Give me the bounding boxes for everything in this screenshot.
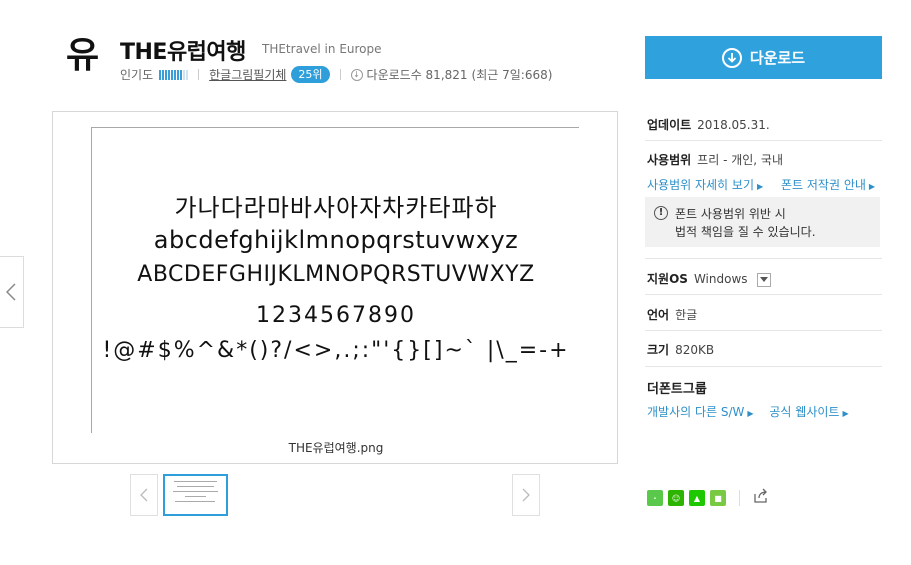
license-detail-link[interactable]: 사용범위 자세히 보기 ▶ bbox=[647, 178, 763, 192]
triangle-right-icon: ▶ bbox=[757, 182, 764, 191]
os-dropdown[interactable] bbox=[757, 272, 772, 287]
prev-page-tab[interactable] bbox=[0, 256, 24, 328]
license-row: 사용범위 프리 - 개인, 국내 bbox=[647, 151, 887, 168]
size-value: 820KB bbox=[675, 343, 715, 357]
share-row: · ☺ ▲ ■ bbox=[647, 488, 769, 508]
thumb-next-button[interactable] bbox=[512, 474, 540, 516]
font-subtitle: THEtravel in Europe bbox=[262, 42, 382, 56]
developer-other-sw-link[interactable]: 개발사의 다른 S/W ▶ bbox=[647, 405, 754, 419]
download-button-label: 다운로드 bbox=[749, 49, 806, 67]
alert-icon: ! bbox=[654, 206, 668, 220]
size-row: 크기 820KB bbox=[647, 341, 887, 358]
notice-line-1: 폰트 사용범위 위반 시 bbox=[675, 207, 786, 221]
license-notice: ! 폰트 사용범위 위반 시 법적 책임을 질 수 있습니다. bbox=[645, 197, 880, 247]
line-share-icon[interactable]: ☺ bbox=[668, 490, 684, 506]
popularity-bar bbox=[159, 69, 189, 80]
copyright-link[interactable]: 폰트 저작권 안내 ▶ bbox=[781, 178, 875, 192]
notice-line-2: 법적 책임을 질 수 있습니다. bbox=[675, 225, 816, 239]
specimen-symbols: !@#$%^&*()?/<>,.;:"'{}[]~` |\_=-+ bbox=[102, 338, 570, 363]
share-icon[interactable] bbox=[753, 488, 769, 508]
chevron-left-icon bbox=[140, 488, 148, 502]
chevron-left-icon bbox=[6, 283, 16, 301]
language-value: 한글 bbox=[675, 308, 698, 322]
font-title: THE유럽여행 bbox=[120, 40, 246, 65]
language-row: 언어 한글 bbox=[647, 306, 887, 323]
popularity-label: 인기도 bbox=[120, 68, 154, 82]
license-links: 사용범위 자세히 보기 ▶ 폰트 저작권 안내 ▶ bbox=[647, 176, 887, 193]
download-recent: (최근 7일:668) bbox=[471, 68, 553, 82]
triangle-right-icon: ▶ bbox=[747, 409, 754, 418]
caret-down-icon bbox=[760, 277, 769, 282]
size-key: 크기 bbox=[647, 343, 670, 357]
license-value: 프리 - 개인, 국내 bbox=[697, 153, 784, 167]
font-meta: 인기도 한글그림필기체 25위 ↓ 다운로드수 81,821 (최근 7일:66… bbox=[120, 66, 552, 83]
os-key: 지원OS bbox=[647, 272, 688, 286]
rank-badge: 25위 bbox=[291, 66, 330, 83]
specimen-digits: 1234567890 bbox=[256, 303, 416, 328]
maker-link[interactable]: 한글그림필기체 bbox=[209, 66, 286, 83]
os-value: Windows bbox=[693, 272, 748, 286]
triangle-right-icon: ▶ bbox=[868, 182, 876, 191]
specimen-lowercase: abcdefghijklmnopqrstuvwxyz bbox=[153, 226, 519, 254]
update-key: 업데이트 bbox=[647, 118, 692, 132]
group-links: 개발사의 다른 S/W ▶ 공식 웹사이트 ▶ bbox=[647, 403, 887, 420]
font-preview: 가나다라마바사아자차카타파하 abcdefghijklmnopqrstuvwxy… bbox=[52, 111, 618, 464]
chevron-right-icon bbox=[522, 488, 530, 502]
update-row: 업데이트 2018.05.31. bbox=[647, 116, 887, 133]
band-share-icon[interactable]: · bbox=[647, 490, 663, 506]
font-logo-glyph: 유 bbox=[66, 35, 100, 76]
download-button[interactable]: 다운로드 bbox=[645, 36, 882, 79]
update-value: 2018.05.31. bbox=[697, 118, 770, 132]
thumbnail-1[interactable] bbox=[163, 474, 228, 516]
group-title: 더폰트그룹 bbox=[647, 382, 707, 397]
font-header: 유 THE유럽여행 THEtravel in Europe 인기도 한글그림필기… bbox=[54, 30, 614, 90]
download-count-label: 다운로드수 81,821 bbox=[366, 68, 468, 82]
specimen-hangul: 가나다라마바사아자차카타파하 bbox=[174, 194, 498, 222]
os-row: 지원OS Windows bbox=[647, 270, 887, 287]
preview-filename: THE유럽여행.png bbox=[288, 441, 384, 455]
license-key: 사용범위 bbox=[647, 153, 692, 167]
blog-share-icon[interactable]: ▲ bbox=[689, 490, 705, 506]
memo-share-icon[interactable]: ■ bbox=[710, 490, 726, 506]
official-site-link[interactable]: 공식 웹사이트 ▶ bbox=[769, 405, 848, 419]
download-circle-icon: ↓ bbox=[350, 68, 363, 81]
thumbnail-strip bbox=[130, 474, 540, 516]
language-key: 언어 bbox=[647, 308, 670, 322]
triangle-right-icon: ▶ bbox=[842, 409, 849, 418]
thumb-prev-button[interactable] bbox=[130, 474, 158, 516]
download-icon bbox=[721, 47, 742, 68]
download-count: ↓ 다운로드수 81,821 (최근 7일:668) bbox=[350, 66, 553, 83]
specimen-uppercase: ABCDEFGHIJKLMNOPQRSTUVWXYZ bbox=[137, 262, 535, 287]
